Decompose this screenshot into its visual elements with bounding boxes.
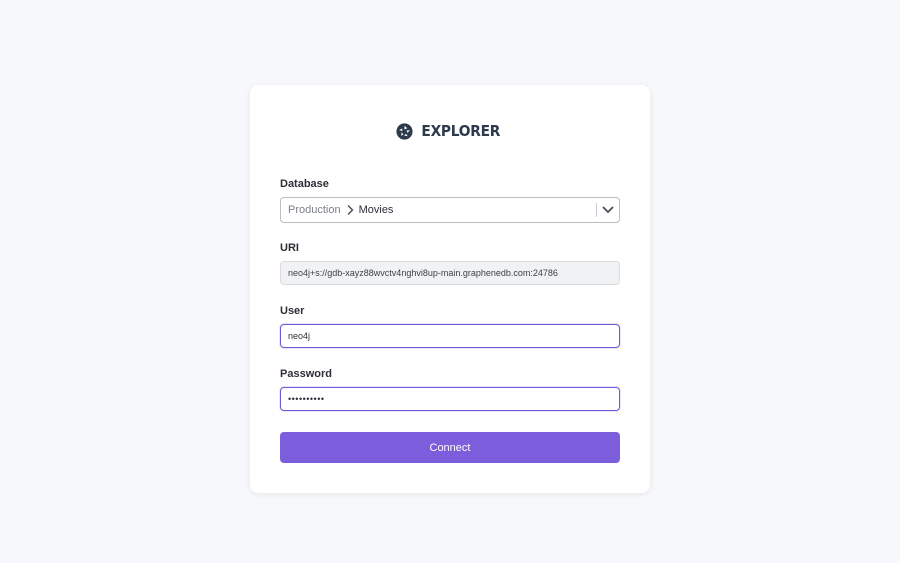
uri-value: neo4j+s://gdb-xayz88wvctv4nghvi8up-main.… bbox=[288, 268, 558, 278]
explorer-logo: EXPLORER bbox=[250, 122, 650, 140]
select-divider bbox=[596, 203, 597, 217]
database-label: Database bbox=[280, 178, 329, 190]
chevron-right-icon bbox=[347, 205, 354, 215]
uri-field[interactable]: neo4j+s://gdb-xayz88wvctv4nghvi8up-main.… bbox=[280, 261, 620, 285]
connect-button[interactable]: Connect bbox=[280, 432, 620, 463]
user-label: User bbox=[280, 305, 305, 317]
password-label: Password bbox=[280, 368, 332, 380]
aperture-icon bbox=[396, 122, 413, 140]
uri-label: URI bbox=[280, 242, 299, 254]
logo-text: EXPLORER bbox=[421, 122, 501, 140]
user-field[interactable]: neo4j bbox=[280, 324, 620, 348]
database-crumb-parent: Production bbox=[288, 204, 341, 216]
chevron-down-icon[interactable] bbox=[602, 204, 614, 216]
user-value: neo4j bbox=[288, 331, 311, 341]
password-value: •••••••••• bbox=[288, 394, 325, 404]
database-select[interactable]: Production Movies bbox=[280, 197, 620, 223]
password-field[interactable]: •••••••••• bbox=[280, 387, 620, 411]
login-card: EXPLORER Database Production Movies URI … bbox=[250, 85, 650, 493]
database-crumb-current: Movies bbox=[358, 204, 394, 216]
